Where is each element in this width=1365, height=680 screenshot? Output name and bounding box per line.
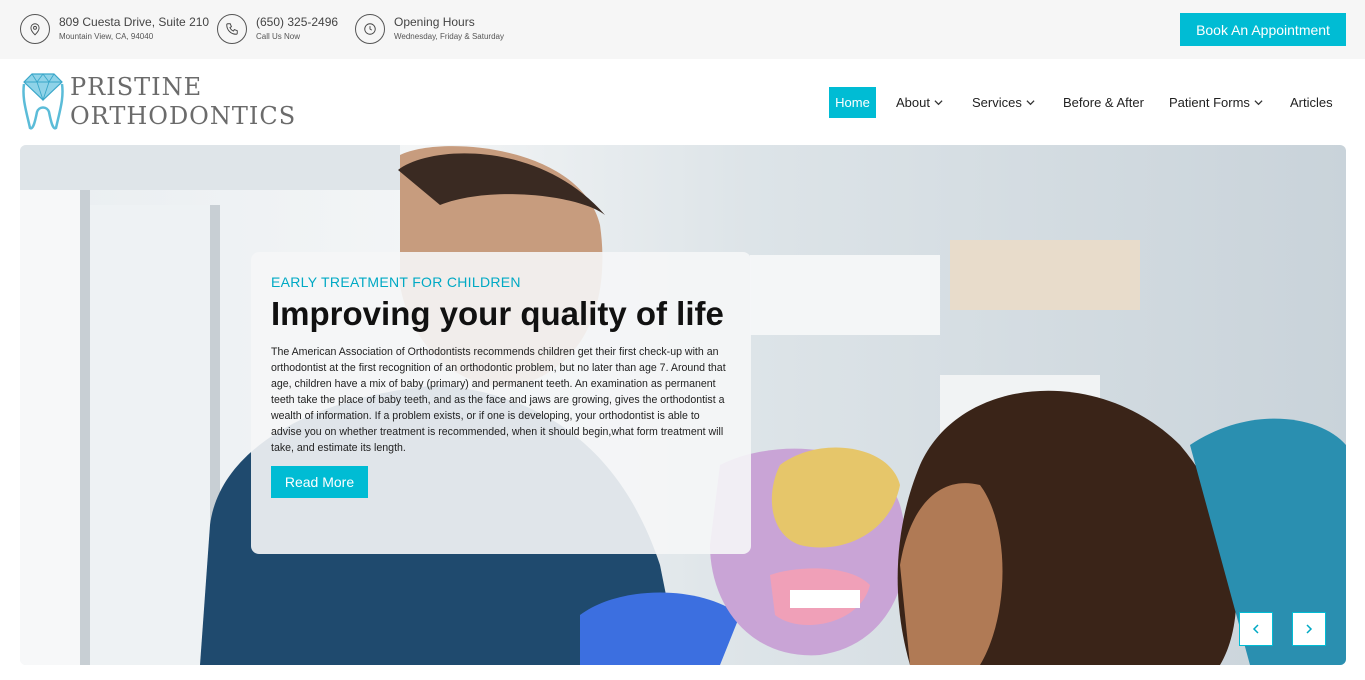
phone-caption: Call Us Now — [256, 32, 301, 41]
nav-articles-label: Articles — [1290, 95, 1333, 110]
site-header: PRISTINE ORTHODONTICS Home About Service… — [0, 59, 1365, 145]
hero-headline: Improving your quality of life — [271, 295, 724, 332]
phone-icon — [217, 14, 247, 44]
phone-info[interactable]: (650) 325-2496 Call Us Now — [217, 14, 338, 44]
map-pin-icon — [20, 14, 50, 44]
address-info: 809 Cuesta Drive, Suite 210 Mountain Vie… — [20, 14, 209, 44]
chevron-down-icon — [934, 100, 943, 106]
logo-line1: PRISTINE — [70, 73, 203, 101]
hero-body: The American Association of Orthodontist… — [271, 346, 726, 454]
chevron-down-icon — [1026, 100, 1035, 106]
phone-number[interactable]: (650) 325-2496 — [256, 15, 338, 29]
tooth-diamond-icon — [22, 73, 64, 130]
book-appointment-button[interactable]: Book An Appointment — [1180, 13, 1346, 46]
nav-services-label: Services — [972, 95, 1022, 110]
nav-services[interactable]: Services — [972, 87, 1035, 118]
address-line1: 809 Cuesta Drive, Suite 210 — [59, 15, 210, 29]
chevron-left-icon — [1252, 624, 1259, 634]
nav-patient-forms-label: Patient Forms — [1169, 95, 1250, 110]
read-more-button[interactable]: Read More — [271, 466, 368, 498]
hours-title: Opening Hours — [394, 15, 475, 29]
clock-icon — [355, 14, 385, 44]
prev-slide-button[interactable] — [1239, 612, 1273, 646]
hours-info: Opening Hours Wednesday, Friday & Saturd… — [355, 14, 504, 44]
nav-home-label: Home — [835, 95, 870, 110]
nav-home[interactable]: Home — [829, 87, 876, 118]
hours-days: Wednesday, Friday & Saturday — [394, 32, 504, 41]
nav-before-after[interactable]: Before & After — [1063, 87, 1144, 118]
next-slide-button[interactable] — [1292, 612, 1326, 646]
top-info-bar: 809 Cuesta Drive, Suite 210 Mountain Vie… — [0, 0, 1365, 59]
address-line2: Mountain View, CA, 94040 — [59, 32, 154, 41]
chevron-right-icon — [1306, 624, 1313, 634]
nav-articles[interactable]: Articles — [1290, 87, 1333, 118]
site-logo[interactable]: PRISTINE ORTHODONTICS — [20, 72, 296, 132]
nav-patient-forms[interactable]: Patient Forms — [1169, 87, 1263, 118]
hero-eyebrow: EARLY TREATMENT FOR CHILDREN — [271, 274, 521, 290]
nav-before-after-label: Before & After — [1063, 95, 1144, 110]
hero-slider: EARLY TREATMENT FOR CHILDREN Improving y… — [20, 145, 1346, 665]
chevron-down-icon — [1254, 100, 1263, 106]
nav-about[interactable]: About — [896, 87, 943, 118]
nav-about-label: About — [896, 95, 930, 110]
logo-line2: ORTHODONTICS — [70, 102, 297, 130]
hero-card: EARLY TREATMENT FOR CHILDREN Improving y… — [251, 252, 751, 554]
